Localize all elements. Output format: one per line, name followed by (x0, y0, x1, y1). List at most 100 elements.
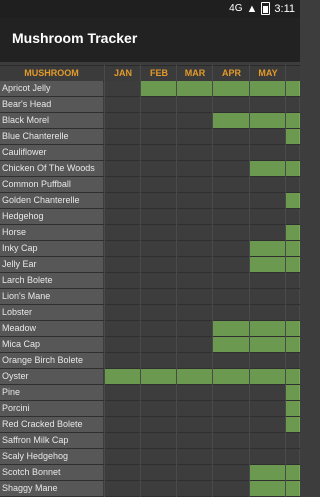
season-cell (141, 273, 177, 288)
season-cell (286, 433, 300, 448)
table-row[interactable]: Chicken Of The Woods (0, 161, 300, 177)
season-cell (250, 129, 286, 144)
season-cell (141, 129, 177, 144)
season-cell (141, 193, 177, 208)
season-cell (141, 449, 177, 464)
table-row[interactable]: Inky Cap (0, 241, 300, 257)
table-row[interactable]: Hedgehog (0, 209, 300, 225)
table-row[interactable]: Mica Cap (0, 337, 300, 353)
season-cell (177, 321, 213, 336)
season-cell (250, 417, 286, 432)
season-cell (141, 145, 177, 160)
season-cell (105, 385, 141, 400)
mushroom-name: Porcini (0, 401, 103, 416)
table-row[interactable]: Scaly Hedgehog (0, 449, 300, 465)
table-row[interactable]: Golden Chanterelle (0, 193, 300, 209)
season-cell (141, 465, 177, 480)
table-row[interactable]: Saffron Milk Cap (0, 433, 300, 449)
season-cell-active (250, 241, 286, 256)
table-row[interactable]: Scotch Bonnet (0, 465, 300, 481)
column-header-mar: MAR (184, 68, 206, 78)
season-cell (177, 401, 213, 416)
season-cell (286, 177, 300, 192)
season-cell (213, 401, 250, 416)
table-row[interactable]: Horse (0, 225, 300, 241)
season-cell (286, 353, 300, 368)
table-row[interactable]: Common Puffball (0, 177, 300, 193)
season-cell (213, 465, 250, 480)
season-cell-active (250, 113, 286, 128)
table-row[interactable]: Orange Birch Bolete (0, 353, 300, 369)
season-cell (177, 161, 213, 176)
table-row[interactable]: Red Cracked Bolete (0, 417, 300, 433)
season-cell (250, 225, 286, 240)
season-cell-active (141, 369, 177, 384)
season-cell (250, 145, 286, 160)
mushroom-name: Mica Cap (0, 337, 103, 352)
season-cell (213, 385, 250, 400)
season-cell (250, 193, 286, 208)
table-row[interactable]: Black Morel (0, 113, 300, 129)
table-row[interactable]: Pine (0, 385, 300, 401)
season-cell (141, 353, 177, 368)
table-row[interactable]: Bear's Head (0, 97, 300, 113)
season-cell (286, 209, 300, 224)
season-cell (105, 433, 141, 448)
season-cell (177, 273, 213, 288)
season-cell-active (213, 337, 250, 352)
season-cell-active (213, 369, 250, 384)
season-cell (141, 209, 177, 224)
season-cell (250, 449, 286, 464)
table-row[interactable]: Apricot Jelly (0, 81, 300, 97)
column-header-apr: APR (221, 68, 241, 78)
season-cell (105, 81, 141, 96)
season-cell (105, 353, 141, 368)
table-header: MUSHROOM JAN FEB MAR APR MAY (0, 65, 300, 82)
season-cell (177, 97, 213, 112)
table-row[interactable]: Shaggy Mane (0, 481, 300, 497)
mushroom-name: Bear's Head (0, 97, 103, 112)
season-cell (213, 449, 250, 464)
status-bar: 4G ▲ 3:11 (0, 0, 300, 18)
season-cell (141, 401, 177, 416)
column-header-mushroom: MUSHROOM (24, 68, 79, 78)
season-cell (105, 161, 141, 176)
mushroom-name: Chicken Of The Woods (0, 161, 103, 176)
mushroom-name: Cauliflower (0, 145, 103, 160)
table-row[interactable]: Meadow (0, 321, 300, 337)
table-row[interactable]: Cauliflower (0, 145, 300, 161)
season-cell (177, 177, 213, 192)
season-cell (250, 289, 286, 304)
season-table[interactable]: MUSHROOM JAN FEB MAR APR MAY Apricot Jelly Bea… (0, 65, 300, 497)
season-cell (141, 481, 177, 496)
table-row[interactable]: Oyster (0, 369, 300, 385)
column-header-jan: JAN (113, 68, 132, 78)
mushroom-name: Red Cracked Bolete (0, 417, 103, 432)
season-cell (141, 433, 177, 448)
season-cell-active (286, 241, 300, 256)
season-cell (213, 273, 250, 288)
table-row[interactable]: Jelly Ear (0, 257, 300, 273)
mushroom-name: Golden Chanterelle (0, 193, 103, 208)
season-cell (105, 401, 141, 416)
app-title: Mushroom Tracker (12, 30, 138, 46)
season-cell (250, 209, 286, 224)
table-row[interactable]: Larch Bolete (0, 273, 300, 289)
network-indicator: 4G (229, 3, 243, 14)
mushroom-name: Apricot Jelly (0, 81, 103, 96)
table-row[interactable]: Porcini (0, 401, 300, 417)
season-cell (286, 273, 300, 288)
table-row[interactable]: Lobster (0, 305, 300, 321)
season-cell (141, 257, 177, 272)
table-row[interactable]: Lion's Mane (0, 289, 300, 305)
season-cell (213, 209, 250, 224)
season-cell (105, 241, 141, 256)
season-cell (177, 433, 213, 448)
season-cell (177, 481, 213, 496)
season-cell-active (286, 129, 300, 144)
column-divider (249, 65, 250, 497)
table-row[interactable]: Blue Chanterelle (0, 129, 300, 145)
season-cell-active (177, 81, 213, 96)
mushroom-name: Lobster (0, 305, 103, 320)
season-cell (286, 305, 300, 320)
